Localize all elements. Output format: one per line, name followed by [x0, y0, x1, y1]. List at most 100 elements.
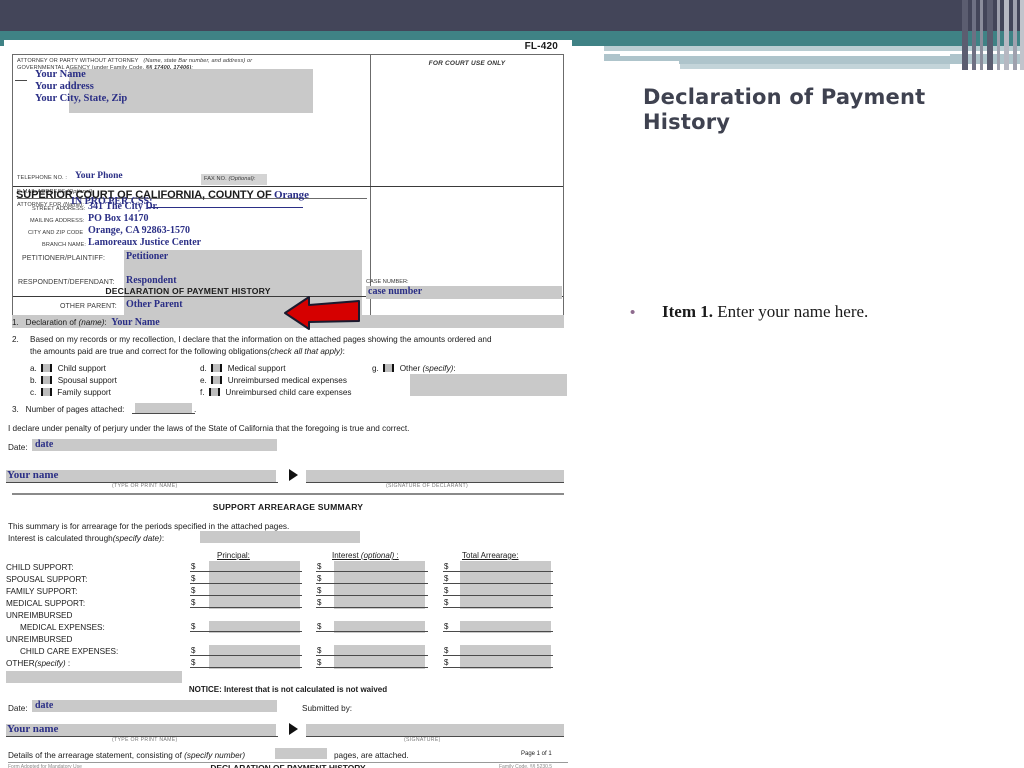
- item3-period: .: [194, 405, 197, 414]
- rule-superior-court-top: [13, 186, 563, 187]
- item2-line2: the amounts paid are true and correct fo…: [30, 346, 268, 356]
- bullet-item: • Item 1. Enter your name here.: [630, 302, 1020, 322]
- caption-type-or-print-name-1: (TYPE OR PRINT NAME): [112, 483, 178, 489]
- cell-total-block-1[interactable]: [460, 561, 551, 609]
- caption-signature: (SIGNATURE): [404, 737, 441, 743]
- column-header-principal: Principal:: [217, 551, 250, 560]
- cell-total-block-2[interactable]: [460, 645, 551, 669]
- currency-t7: $: [444, 658, 449, 667]
- entry-print-name-2: Your name: [7, 723, 59, 735]
- item1-italic: (name): [78, 318, 105, 327]
- entry-date-1: date: [35, 439, 54, 450]
- footer-pages-field[interactable]: [275, 748, 327, 759]
- entry-city-and-zip: Orange, CA 92863-1570: [88, 225, 190, 236]
- cell-interest-block-2[interactable]: [334, 645, 425, 669]
- footer-details: Details of the arrearage statement, cons…: [8, 751, 246, 760]
- entry-branch-name: Lamoreaux Justice Center: [88, 237, 202, 248]
- currency-i2: $: [317, 574, 322, 583]
- item2-row: 2. Based on my records or my recollectio…: [12, 335, 492, 356]
- currency-p4: $: [191, 598, 196, 607]
- item3-text: Number of pages attached:: [25, 405, 125, 414]
- banner-thin-white-line: [620, 53, 950, 56]
- other-specify-arrearage-field[interactable]: [6, 671, 182, 683]
- entry-print-name-1: Your name: [7, 469, 59, 481]
- checkbox-icon-g[interactable]: [383, 364, 395, 372]
- attorney-note-line1b: (Name, state Bar number, and address) or: [143, 58, 253, 64]
- cell-principal-block-1[interactable]: [209, 561, 300, 609]
- entry-petitioner-top: Petitioner: [126, 251, 169, 262]
- currency-i5: $: [317, 622, 322, 631]
- currency-p3: $: [191, 586, 196, 595]
- cell-principal-block-2[interactable]: [209, 645, 300, 669]
- currency-t6: $: [444, 646, 449, 655]
- checkbox-icon-b[interactable]: [41, 376, 53, 384]
- signature-field-2[interactable]: [306, 724, 564, 736]
- date-field-1[interactable]: [32, 439, 277, 451]
- footer-page-number: Page 1 of 1: [521, 751, 552, 757]
- arrearage-line2: Interest is calculated through(specify d…: [8, 534, 165, 543]
- entry-mailing-address: PO Box 14170: [88, 213, 149, 224]
- checkbox-c[interactable]: c. Family support: [30, 387, 111, 399]
- slide-canvas: Declaration of Payment History • Item 1.…: [0, 0, 1024, 768]
- other-specify-field[interactable]: [410, 374, 567, 396]
- currency-i4: $: [317, 598, 322, 607]
- item1-number: 1.: [12, 318, 19, 327]
- currency-p5: $: [191, 622, 196, 631]
- footer-center-title: DECLARATION OF PAYMENT HISTORY: [210, 763, 366, 768]
- item2-line1: Based on my records or my recollection, …: [30, 335, 492, 344]
- page-title: Declaration of Payment History: [643, 85, 926, 135]
- bullet-text: Item 1. Enter your name here.: [662, 302, 868, 322]
- item2-line2-italic: (check all that apply): [267, 346, 343, 356]
- label-petitioner: PETITIONER/PLAINTIFF:: [22, 255, 105, 262]
- checkbox-a[interactable]: a. Child support: [30, 363, 106, 375]
- checkbox-icon-f[interactable]: [209, 388, 221, 396]
- entry-date-2: date: [35, 700, 54, 711]
- checkbox-d[interactable]: d. Medical support: [200, 363, 285, 375]
- checkbox-icon-c[interactable]: [40, 388, 52, 396]
- perjury-statement: I declare under penalty of perjury under…: [8, 424, 410, 433]
- entry-declaration-of-name: Your Name: [111, 317, 160, 328]
- checkbox-icon-d[interactable]: [211, 364, 223, 372]
- checkbox-icon-a[interactable]: [41, 364, 53, 372]
- for-court-use-only: FOR COURT USE ONLY: [428, 60, 506, 67]
- currency-i1: $: [317, 562, 322, 571]
- arrearage-row-label-medical-expenses: MEDICAL EXPENSES:: [20, 623, 105, 632]
- arrearage-notice: NOTICE: Interest that is not calculated …: [188, 685, 388, 694]
- cell-interest-block-1[interactable]: [334, 561, 425, 609]
- footer-code: Family Code, §§ 5230.5: [499, 764, 553, 768]
- entry-street-address: 341 The City Dr.: [88, 201, 159, 212]
- signature-field-1[interactable]: [306, 470, 564, 482]
- item1-text: Declaration of: [25, 318, 77, 327]
- date-label-1: Date:: [8, 443, 28, 452]
- currency-i3: $: [317, 586, 322, 595]
- label-case-number: CASE NUMBER:: [366, 279, 409, 285]
- checkbox-f[interactable]: f. Unreimbursed child care expenses: [200, 387, 351, 399]
- checkbox-b[interactable]: b. Spousal support: [30, 375, 117, 387]
- label-street-address: STREET ADDRESS:: [32, 206, 86, 212]
- banner-vertical-stripes: [960, 0, 1024, 70]
- entry-your-city-state-zip: Your City, State, Zip: [35, 93, 128, 105]
- banner-band-dark: [0, 0, 1024, 31]
- item3-number: 3.: [12, 405, 19, 414]
- checkbox-e[interactable]: e. Unreimbursed medical expenses: [200, 375, 347, 387]
- entry-other-parent-top: Other Parent: [126, 299, 183, 310]
- checkbox-icon-e[interactable]: [211, 376, 223, 384]
- checkbox-g[interactable]: g. Other (specify):: [372, 363, 456, 375]
- caption-type-or-print-name-2: (TYPE OR PRINT NAME): [112, 737, 178, 743]
- pages-attached-field[interactable]: [135, 403, 192, 413]
- arrearage-row-label-family-support: FAMILY SUPPORT:: [6, 587, 78, 596]
- bullet-label: Item 1.: [662, 302, 713, 321]
- callout-arrow-icon: [284, 296, 360, 330]
- label-city-and-zip: CITY AND ZIP CODE: [28, 230, 84, 236]
- signature-pointer-icon-1: [289, 469, 298, 481]
- currency-i7: $: [317, 658, 322, 667]
- date-field-2[interactable]: [32, 700, 277, 712]
- rule-arrearage-separator: [12, 493, 564, 495]
- attorney-tick-mark: [15, 80, 27, 81]
- rule-pages-attached: [132, 413, 195, 414]
- case-number-field: case number: [366, 286, 562, 299]
- interest-through-date-field[interactable]: [200, 531, 360, 543]
- item2-number: 2.: [12, 335, 19, 344]
- entry-case-number: case number: [368, 286, 423, 297]
- currency-p7: $: [191, 658, 196, 667]
